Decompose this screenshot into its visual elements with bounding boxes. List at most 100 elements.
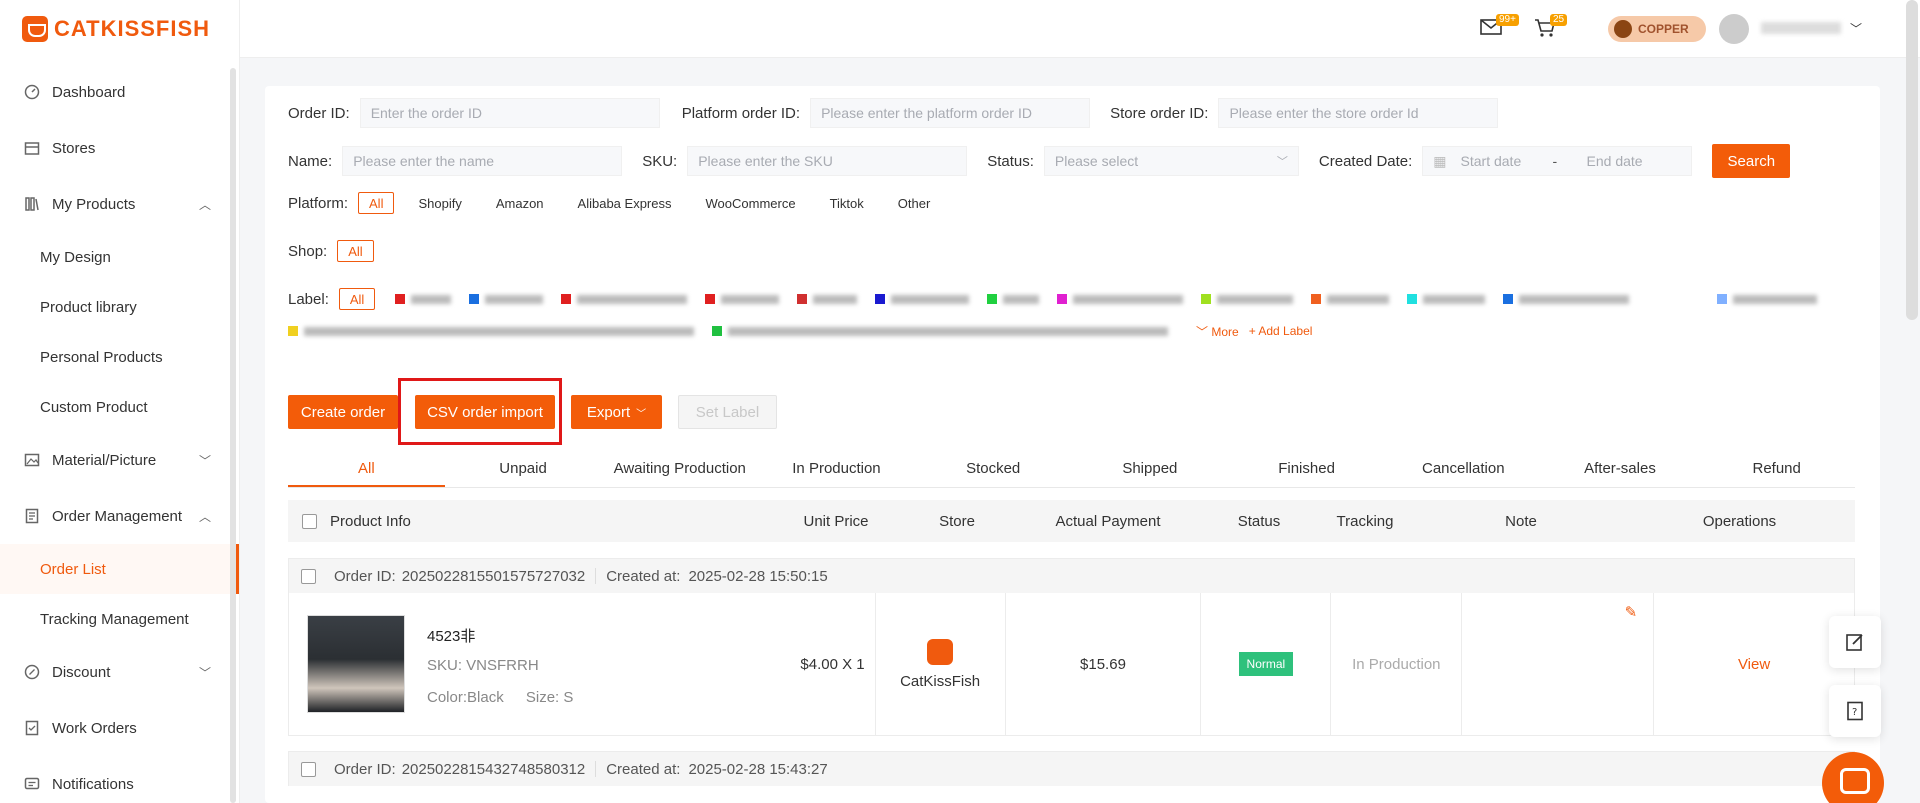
sidebar-item-my-products[interactable]: My Products ︿: [0, 176, 239, 232]
sidebar-item-dashboard[interactable]: Dashboard: [0, 64, 239, 120]
platform-other[interactable]: Other: [888, 192, 941, 214]
sidebar-item-label: Dashboard: [52, 83, 126, 101]
sidebar-item-product-library[interactable]: Product library: [0, 282, 239, 332]
label-chip[interactable]: [712, 320, 1168, 342]
tab-stocked[interactable]: Stocked: [915, 450, 1072, 487]
product-info-cell: 4523非 SKU: VNSFRRH Color:Black Size: S $…: [289, 593, 876, 735]
search-button[interactable]: Search: [1712, 144, 1791, 178]
end-date-input[interactable]: End date: [1587, 153, 1643, 169]
avatar[interactable]: [1719, 14, 1749, 44]
brand-logo[interactable]: CATKISSFISH: [0, 0, 239, 58]
products-icon: [24, 196, 40, 212]
chevron-down-icon[interactable]: ﹀: [1850, 20, 1862, 37]
payment-cell: $15.69: [1006, 593, 1202, 735]
membership-tier-badge[interactable]: COPPER: [1608, 16, 1706, 42]
tab-unpaid[interactable]: Unpaid: [445, 450, 602, 487]
select-all-checkbox[interactable]: [301, 513, 317, 529]
label-chip[interactable]: [797, 288, 858, 310]
sidebar-item-label: Material/Picture: [52, 451, 157, 469]
page-scrollbar[interactable]: [1906, 0, 1918, 320]
label-chip[interactable]: [875, 288, 970, 310]
label-chip[interactable]: [1503, 288, 1630, 310]
csv-order-import-button[interactable]: CSV order import: [415, 395, 555, 429]
label-chip[interactable]: [1311, 288, 1390, 310]
add-label-text: Add Label: [1258, 324, 1313, 338]
label-chip[interactable]: [469, 288, 544, 310]
create-order-button[interactable]: Create order: [288, 395, 398, 429]
label-chip[interactable]: [1201, 288, 1294, 310]
sidebar-item-my-design[interactable]: My Design: [0, 232, 239, 282]
tab-refund[interactable]: Refund: [1698, 450, 1855, 487]
order-checkbox[interactable]: [301, 761, 316, 777]
sidebar-item-label: Stores: [52, 139, 96, 157]
platform-tiktok[interactable]: Tiktok: [820, 192, 874, 214]
label-chip[interactable]: [1057, 288, 1184, 310]
sku-input[interactable]: Please enter the SKU: [687, 146, 968, 176]
order-checkbox[interactable]: [301, 568, 316, 584]
tab-in-production[interactable]: In Production: [758, 450, 915, 487]
logo-icon: [22, 16, 48, 42]
help-button[interactable]: ?: [1829, 685, 1881, 737]
set-label-button[interactable]: Set Label: [678, 395, 777, 429]
label-chip[interactable]: [288, 320, 694, 342]
add-label-link[interactable]: + Add Label: [1249, 324, 1313, 338]
order-id-label: Order ID:: [334, 760, 396, 778]
sidebar-item-material-picture[interactable]: Material/Picture ﹀: [0, 432, 239, 488]
created-date-range[interactable]: ▦ Start date - End date: [1422, 146, 1693, 176]
sidebar-scrollbar[interactable]: [230, 68, 236, 803]
view-order-link[interactable]: View: [1738, 656, 1770, 673]
sidebar-item-order-list[interactable]: Order List: [0, 544, 239, 594]
platform-shopify[interactable]: Shopify: [408, 192, 471, 214]
tab-awaiting-production[interactable]: Awaiting Production: [601, 450, 758, 487]
user-name-blurred[interactable]: [1761, 22, 1841, 34]
more-labels-link[interactable]: ﹀ More: [1196, 323, 1239, 340]
filter-row-ids: Order ID: Enter the order ID Platform or…: [288, 98, 1499, 128]
sidebar-item-custom-product[interactable]: Custom Product: [0, 382, 239, 432]
chevron-down-icon: ﹀: [198, 665, 211, 680]
dashboard-icon: [24, 84, 40, 100]
sidebar-item-personal-products[interactable]: Personal Products: [0, 332, 239, 382]
platform-woocommerce[interactable]: WooCommerce: [696, 192, 806, 214]
sidebar-item-notifications[interactable]: Notifications: [0, 756, 239, 803]
order-id-value: 2025022815432748580312: [401, 760, 586, 778]
sku-label: SKU:: [642, 152, 678, 170]
label-chip[interactable]: [395, 288, 452, 310]
tab-cancellation[interactable]: Cancellation: [1385, 450, 1542, 487]
sidebar-item-label: Discount: [52, 663, 111, 681]
cart-button[interactable]: 25: [1534, 14, 1568, 41]
mail-button[interactable]: 99+: [1480, 14, 1519, 39]
platform-order-id-input[interactable]: Please enter the platform order ID: [810, 98, 1091, 128]
created-at-value: 2025-02-28 15:50:15: [688, 567, 828, 585]
label-chip[interactable]: [987, 288, 1040, 310]
platform-alibaba-express[interactable]: Alibaba Express: [568, 192, 682, 214]
order-id-input[interactable]: Enter the order ID: [359, 98, 660, 128]
status-select[interactable]: Please select ﹀: [1043, 146, 1299, 176]
tab-all[interactable]: All: [288, 450, 445, 487]
sidebar-item-discount[interactable]: Discount ﹀: [0, 644, 239, 700]
edit-note-icon[interactable]: ✎: [1625, 603, 1638, 621]
name-input[interactable]: Please enter the name: [342, 146, 623, 176]
platform-all[interactable]: All: [358, 192, 395, 214]
tab-finished[interactable]: Finished: [1228, 450, 1385, 487]
label-chip[interactable]: [1407, 288, 1486, 310]
chevron-down-icon: ﹀: [198, 453, 211, 468]
start-date-input[interactable]: Start date: [1461, 153, 1553, 169]
store-order-id-input[interactable]: Please enter the store order Id: [1218, 98, 1499, 128]
shop-all[interactable]: All: [337, 240, 374, 262]
label-chip[interactable]: [1717, 288, 1818, 310]
export-button[interactable]: Export ﹀: [571, 395, 662, 429]
tab-shipped[interactable]: Shipped: [1072, 450, 1229, 487]
sidebar-item-tracking-management[interactable]: Tracking Management: [0, 594, 239, 644]
sidebar-item-work-orders[interactable]: Work Orders: [0, 700, 239, 756]
tab-after-sales[interactable]: After-sales: [1542, 450, 1699, 487]
platform-amazon[interactable]: Amazon: [486, 192, 554, 214]
label-chip[interactable]: [705, 288, 780, 310]
feedback-button[interactable]: [1829, 616, 1881, 668]
sidebar-item-order-management[interactable]: Order Management ︿: [0, 488, 239, 544]
label-chip[interactable]: [561, 288, 688, 310]
product-thumbnail[interactable]: [307, 615, 405, 713]
column-product-info: Product Info: [330, 512, 411, 530]
label-all[interactable]: All: [338, 288, 376, 310]
sidebar-item-stores[interactable]: Stores: [0, 120, 239, 176]
work-orders-icon: [24, 720, 40, 736]
